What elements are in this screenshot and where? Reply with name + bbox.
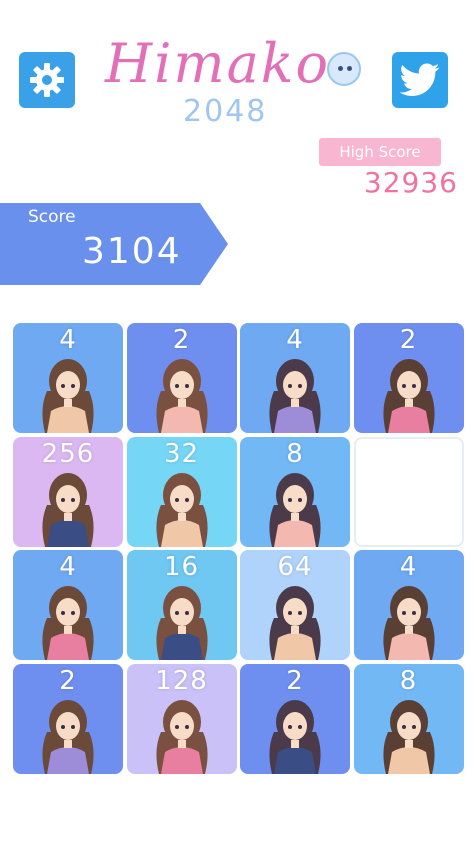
character-portrait-icon xyxy=(269,472,321,547)
gear-icon xyxy=(30,63,64,97)
score-banner: Score 3104 xyxy=(0,203,228,285)
character-portrait-icon xyxy=(382,586,435,660)
tile: 4 xyxy=(13,323,123,433)
tile-value: 4 xyxy=(59,552,77,582)
high-score-value: 32936 xyxy=(363,166,458,199)
character-portrait-icon xyxy=(42,586,94,660)
tile-value: 4 xyxy=(59,325,77,355)
tile: 2 xyxy=(126,323,237,433)
logo-face-icon xyxy=(327,52,361,86)
game-logo: Himako 2048 xyxy=(105,32,367,129)
tile-value: 8 xyxy=(286,438,304,469)
character-portrait-icon xyxy=(155,472,208,547)
tile-value: 2 xyxy=(59,665,77,696)
character-portrait-icon xyxy=(155,586,208,660)
character-portrait-icon xyxy=(42,699,94,774)
tile: 4 xyxy=(353,550,464,660)
logo-title: Himako xyxy=(105,32,330,95)
score-label: Score xyxy=(28,207,76,227)
tile: 4 xyxy=(240,323,350,433)
character-portrait-icon xyxy=(42,472,94,547)
tile-value: 64 xyxy=(277,552,313,582)
game-board[interactable]: 4 2 4 2 256 32 8 4 16 64 4 2 128 2 8 xyxy=(13,323,464,775)
tile-value: 128 xyxy=(155,665,208,696)
tile-value: 2 xyxy=(172,325,191,355)
logo-subtitle: 2048 xyxy=(183,94,268,129)
character-portrait-icon xyxy=(382,359,435,433)
tile: 256 xyxy=(13,436,123,547)
empty-cell xyxy=(353,436,464,547)
character-portrait-icon xyxy=(269,699,321,774)
tile: 64 xyxy=(240,550,350,660)
tile-value: 2 xyxy=(399,325,418,355)
tile-value: 2 xyxy=(286,665,304,696)
character-portrait-icon xyxy=(155,359,208,433)
tile: 32 xyxy=(126,436,237,547)
tile: 8 xyxy=(353,663,464,774)
tile: 16 xyxy=(126,550,237,660)
tile-value: 4 xyxy=(399,552,418,582)
tile: 2 xyxy=(353,323,464,433)
twitter-bird-icon xyxy=(400,63,440,96)
tile-value: 32 xyxy=(163,438,200,469)
settings-button[interactable] xyxy=(19,52,75,108)
twitter-share-button[interactable] xyxy=(392,52,448,108)
tile-value: 16 xyxy=(163,552,200,582)
character-portrait-icon xyxy=(269,586,321,660)
tile: 2 xyxy=(13,663,123,774)
tile-value: 8 xyxy=(399,665,418,696)
character-portrait-icon xyxy=(42,359,94,433)
tile: 128 xyxy=(126,663,237,774)
tile: 2 xyxy=(240,663,350,774)
score-value: 3104 xyxy=(82,231,182,272)
tile: 8 xyxy=(240,436,350,547)
high-score-label: High Score xyxy=(319,138,441,166)
tile: 4 xyxy=(13,550,123,660)
character-portrait-icon xyxy=(269,359,321,433)
tile-value: 4 xyxy=(286,325,304,355)
tile-value: 256 xyxy=(41,438,95,469)
character-portrait-icon xyxy=(155,699,208,774)
character-portrait-icon xyxy=(382,699,435,774)
